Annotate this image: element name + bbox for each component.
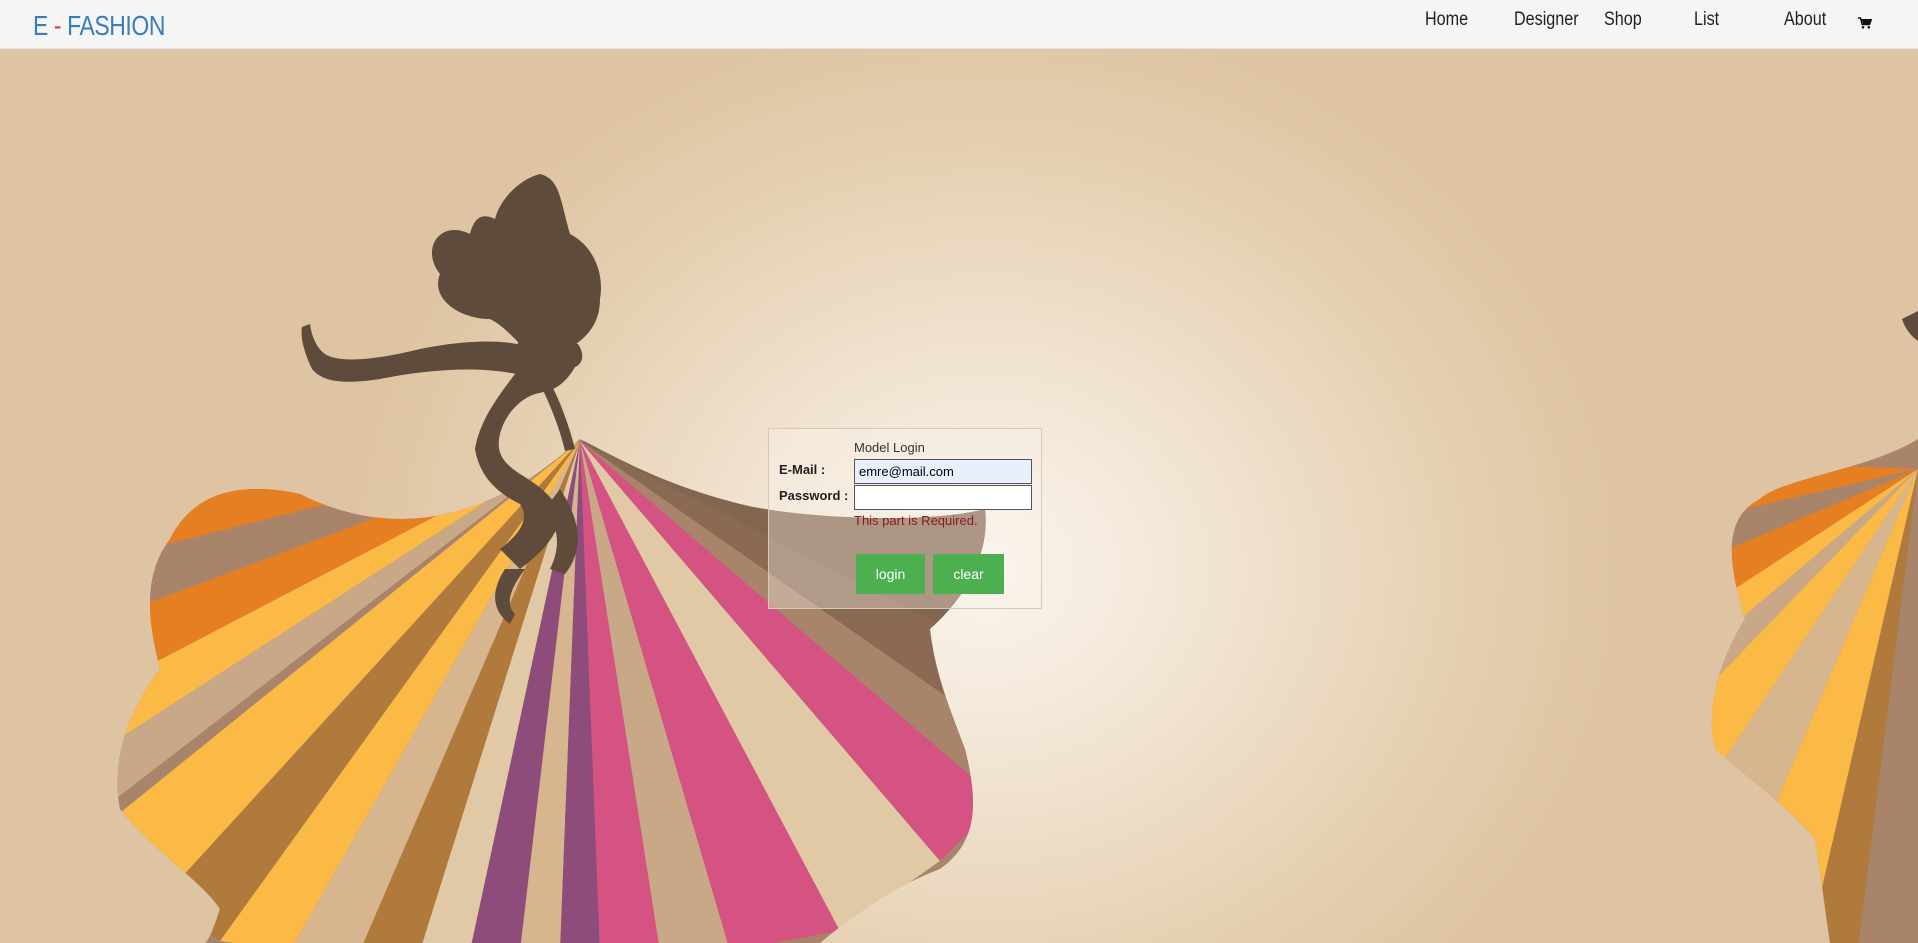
password-label: Password : <box>779 488 849 503</box>
login-button[interactable]: login <box>856 554 925 594</box>
dress-right <box>1711 439 1918 943</box>
nav-designer-link[interactable]: Designer <box>1514 9 1579 31</box>
nav-list-link[interactable]: List <box>1694 9 1719 31</box>
brand-name: FASHION <box>67 10 166 41</box>
login-panel: Model Login E-Mail : Password : This par… <box>768 428 1042 609</box>
hero-background: Model Login E-Mail : Password : This par… <box>0 49 1918 943</box>
nav-about-link[interactable]: About <box>1784 9 1826 31</box>
email-label: E-Mail : <box>779 462 826 477</box>
password-field[interactable] <box>854 485 1032 510</box>
brand-logo[interactable]: E - FASHION <box>33 10 165 42</box>
brand-dash: - <box>53 10 62 41</box>
email-field[interactable] <box>854 459 1032 484</box>
top-navbar: E - FASHION Home Designer Shop List Abou… <box>0 0 1918 49</box>
password-required-error: This part is Required. <box>854 513 978 528</box>
clear-button[interactable]: clear <box>933 554 1004 594</box>
shopping-cart-icon[interactable] <box>1858 16 1873 29</box>
brand-letter: E <box>33 10 48 41</box>
nav-home-link[interactable]: Home <box>1425 9 1468 31</box>
nav-shop-link[interactable]: Shop <box>1604 9 1642 31</box>
login-title: Model Login <box>854 440 925 455</box>
